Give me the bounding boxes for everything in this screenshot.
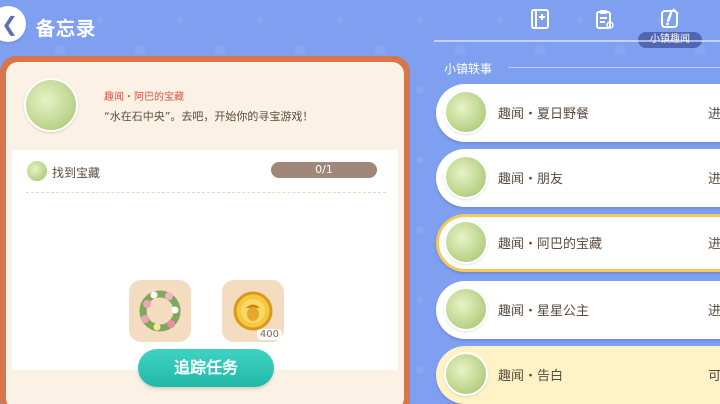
list-item-label: 趣闻・告白: [498, 369, 564, 384]
quest-detail-inner: 趣闻・阿巴的宝藏 “水在石中央”。去吧，开始你的寻宝游戏！ 找到宝藏 0/1 4…: [6, 62, 404, 404]
list-item-status: 可: [708, 369, 720, 384]
tab-notebook[interactable]: [522, 4, 558, 34]
track-quest-button[interactable]: 追踪任务: [138, 349, 274, 387]
list-item-label: 趣闻・朋友: [498, 172, 564, 187]
reward-item[interactable]: 400: [222, 280, 284, 342]
list-item-label: 趣闻・夏日野餐: [498, 107, 590, 122]
task-area: 找到宝藏 0/1 400: [12, 150, 398, 370]
clipboard-icon: [596, 10, 614, 29]
list-item-label: 趣闻・阿巴的宝藏: [498, 237, 603, 252]
section-divider: [508, 67, 720, 68]
list-item-selected[interactable]: 趣闻・阿巴的宝藏 进: [436, 214, 720, 272]
reward-item[interactable]: [129, 280, 191, 342]
list-item-avatar: [444, 287, 488, 331]
quest-avatar: [24, 78, 78, 132]
list-item-avatar: [444, 220, 488, 264]
notebook-icon: [531, 9, 549, 29]
list-item-status: 进: [708, 107, 720, 122]
tab-town-gossip[interactable]: [652, 4, 688, 34]
flower-wreath-icon: [139, 290, 181, 332]
note-check-icon: [661, 8, 679, 28]
list-item-status: 进: [708, 304, 720, 319]
list-item-label: 趣闻・星星公主: [498, 304, 590, 319]
list-item[interactable]: 趣闻・夏日野餐 进: [436, 84, 720, 142]
section-title: 小镇轶事: [444, 62, 493, 76]
task-label: 找到宝藏: [52, 166, 101, 180]
task-progress: 0/1: [271, 162, 377, 178]
task-row: 找到宝藏 0/1: [26, 160, 386, 186]
quest-detail-card: 趣闻・阿巴的宝藏 “水在石中央”。去吧，开始你的寻宝游戏！ 找到宝藏 0/1 4…: [0, 56, 410, 404]
tab-clipboard[interactable]: [586, 4, 622, 34]
list-item-avatar: [444, 155, 488, 199]
list-item-avatar: [444, 90, 488, 134]
list-item[interactable]: 趣闻・星星公主 进: [436, 281, 720, 339]
list-item[interactable]: 趣闻・告白 可: [436, 346, 720, 404]
task-divider: [26, 192, 386, 193]
list-item-avatar: [444, 352, 488, 396]
tab-divider: [434, 40, 720, 42]
page-title: 备忘录: [36, 18, 97, 40]
chevron-left-icon: ❮: [1, 12, 18, 36]
quest-header: 趣闻・阿巴的宝藏 “水在石中央”。去吧，开始你的寻宝游戏！: [24, 78, 394, 138]
reward-count: 400: [256, 329, 282, 340]
list-item-status: 进: [708, 237, 720, 252]
list-item-status: 进: [708, 172, 720, 187]
list-item[interactable]: 趣闻・朋友 进: [436, 149, 720, 207]
quest-description: “水在石中央”。去吧，开始你的寻宝游戏！: [104, 110, 314, 123]
quest-title: 趣闻・阿巴的宝藏: [104, 92, 184, 103]
task-icon: [26, 160, 48, 182]
